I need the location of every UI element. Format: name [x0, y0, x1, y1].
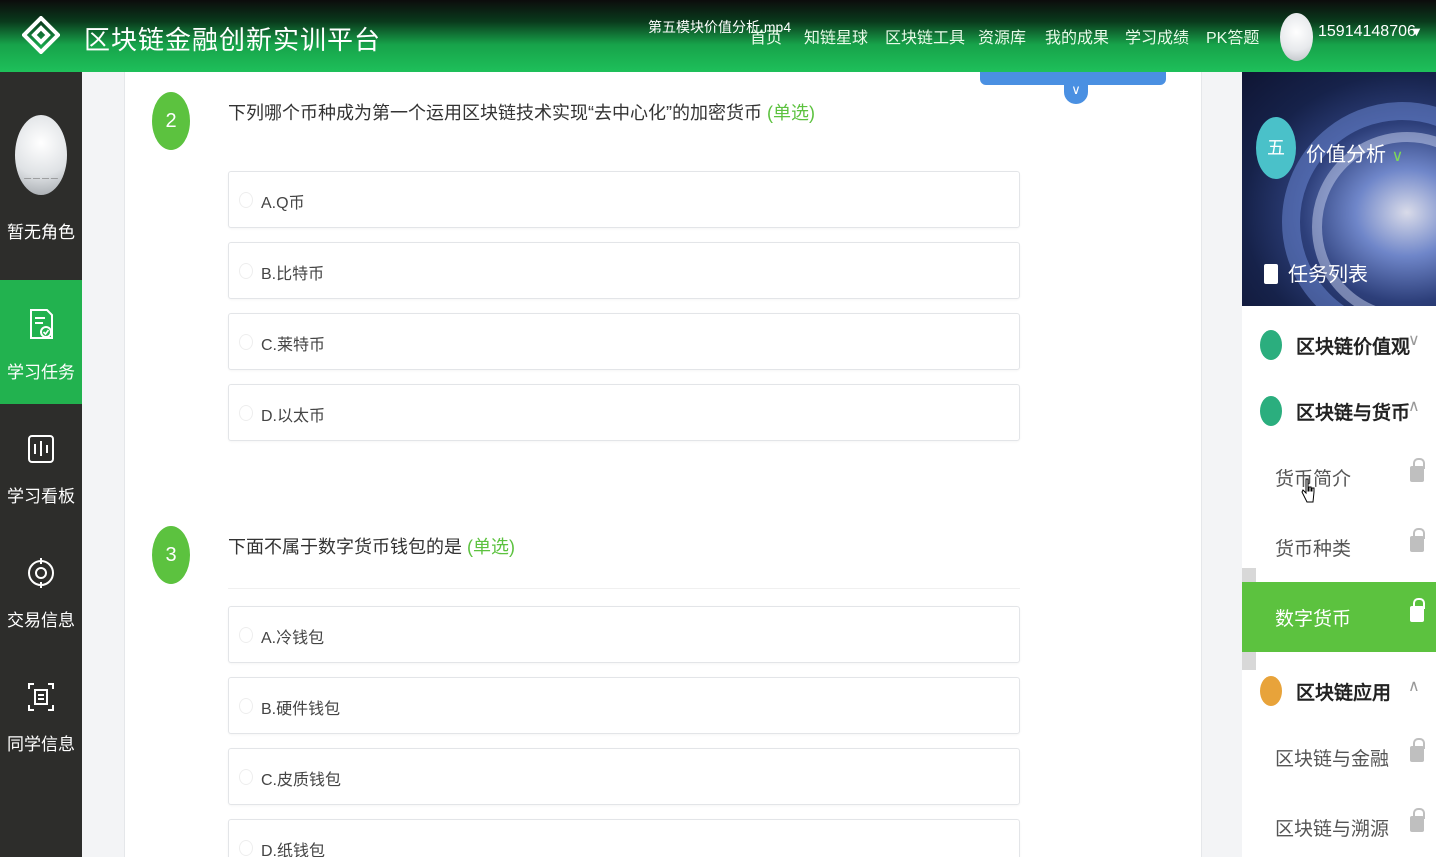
- section-blockchain-values[interactable]: 区块链价值观 ∨: [1242, 314, 1436, 374]
- lesson-title: 货币种类: [1275, 539, 1352, 560]
- sidebar-item-learning-task[interactable]: 学习任务: [0, 280, 82, 404]
- module-number-badge: 五: [1256, 117, 1296, 179]
- nav-learning-grades[interactable]: 学习成绩: [1125, 24, 1189, 48]
- module-header-banner: 五 价值分析 ∨ 任务列表: [1242, 72, 1436, 306]
- brand-title[interactable]: 区块链金融创新实训平台: [84, 20, 381, 57]
- answer-option[interactable]: D.以太币: [228, 384, 1020, 441]
- lesson-item[interactable]: 货币简介: [1242, 442, 1436, 512]
- role-label: 暂无角色: [7, 223, 75, 242]
- cube-icon: [1260, 396, 1282, 426]
- section-title: 区块链与货币: [1296, 403, 1411, 424]
- nav-knowledge-planet[interactable]: 知链星球: [804, 24, 868, 48]
- lesson-title: 区块链与溯源: [1275, 819, 1390, 840]
- question-type-label: (单选): [467, 537, 516, 557]
- option-label: C.莱特币: [261, 337, 326, 354]
- answer-option[interactable]: C.皮质钱包: [228, 748, 1020, 805]
- radio-button[interactable]: [239, 263, 253, 279]
- exchange-icon: [28, 558, 54, 588]
- user-menu-chevron-down-icon[interactable]: ▼: [1410, 24, 1423, 39]
- option-label: B.硬件钱包: [261, 701, 341, 718]
- answer-option[interactable]: B.比特币: [228, 242, 1020, 299]
- lock-icon: [1410, 528, 1425, 552]
- option-label: A.冷钱包: [261, 630, 325, 647]
- radio-button[interactable]: [239, 840, 253, 856]
- lesson-item[interactable]: 货币种类: [1242, 512, 1436, 582]
- lock-icon: [1410, 738, 1425, 762]
- lock-icon: [1410, 458, 1425, 482]
- option-label: A.Q币: [261, 195, 305, 212]
- radio-button[interactable]: [239, 334, 253, 350]
- question-type-label: (单选): [767, 103, 816, 123]
- module-title: 价值分析: [1306, 144, 1386, 166]
- answer-option[interactable]: A.冷钱包: [228, 606, 1020, 663]
- user-phone[interactable]: 15914148706: [1318, 23, 1416, 41]
- chevron-up-icon[interactable]: ∧: [1408, 396, 1420, 416]
- lesson-item[interactable]: 区块链与溯源: [1242, 792, 1436, 857]
- radio-button[interactable]: [239, 405, 253, 421]
- lesson-title: 数字货币: [1275, 609, 1352, 630]
- question-divider: [228, 588, 1020, 589]
- question-text: 下面不属于数字货币钱包的是 (单选): [228, 533, 515, 559]
- radio-button[interactable]: [239, 769, 253, 785]
- answer-option[interactable]: D.纸钱包: [228, 819, 1020, 857]
- chevron-down-icon[interactable]: ∨: [1408, 330, 1420, 350]
- radio-button[interactable]: [239, 627, 253, 643]
- sidebar-item-label: 同学信息: [7, 735, 75, 754]
- task-list-label: 任务列表: [1288, 264, 1368, 286]
- cube-icon: [1260, 676, 1282, 706]
- question-number-badge: 3: [152, 526, 190, 584]
- chevron-up-icon[interactable]: ∧: [1408, 676, 1420, 696]
- lesson-title: 区块链与金融: [1275, 749, 1390, 770]
- module-title-dropdown[interactable]: 价值分析 ∨: [1306, 138, 1403, 167]
- sidebar-item-classmate-info[interactable]: 同学信息: [0, 652, 82, 776]
- section-blockchain-currency[interactable]: 区块链与货币 ∧: [1242, 380, 1436, 440]
- classmate-icon: [28, 683, 54, 711]
- clipboard-icon: [1264, 264, 1278, 284]
- cube-icon: [1260, 330, 1282, 360]
- radio-button[interactable]: [239, 698, 253, 714]
- question-stem: 下面不属于数字货币钱包的是: [228, 537, 462, 557]
- nav-my-achievements[interactable]: 我的成果: [1045, 24, 1109, 48]
- chevron-down-icon[interactable]: ∨: [1392, 148, 1404, 165]
- sidebar-item-trade-info[interactable]: 交易信息: [0, 528, 82, 652]
- option-label: B.比特币: [261, 266, 325, 283]
- lock-icon: [1410, 808, 1425, 832]
- left-sidebar: — — — — 暂无角色 学习任务 学习看板 交易信息 同学信息: [0, 72, 82, 857]
- nav-resource-library[interactable]: 资源库: [978, 24, 1026, 48]
- sidebar-item-label: 学习看板: [7, 487, 75, 506]
- sidebar-item-label: 交易信息: [7, 611, 75, 630]
- section-title: 区块链应用: [1296, 683, 1392, 704]
- option-label: D.以太币: [261, 408, 326, 425]
- dashboard-icon: [28, 435, 54, 463]
- user-avatar[interactable]: [1280, 13, 1313, 61]
- collapse-chevron-icon[interactable]: ∨: [1064, 78, 1088, 104]
- mouse-pointer-icon: [1301, 478, 1315, 503]
- top-navigation-bar: 区块链金融创新实训平台 第五模块价值分析.mp4 首页 知链星球 区块链工具 资…: [0, 0, 1436, 72]
- profile-avatar[interactable]: — — — —: [15, 115, 67, 195]
- sidebar-item-label: 学习任务: [7, 363, 75, 382]
- nav-blockchain-tools[interactable]: 区块链工具: [885, 24, 965, 48]
- radio-button[interactable]: [239, 192, 253, 208]
- course-outline-panel: 五 价值分析 ∨ 任务列表 区块链价值观 ∨ 区块链与货币 ∧ 货币简介 货币种…: [1242, 72, 1436, 857]
- section-blockchain-applications[interactable]: 区块链应用 ∧: [1242, 660, 1436, 720]
- lesson-item[interactable]: 区块链与金融: [1242, 722, 1436, 792]
- answer-option[interactable]: A.Q币: [228, 171, 1020, 228]
- nav-pk-quiz[interactable]: PK答题: [1206, 24, 1259, 48]
- sidebar-item-learning-board[interactable]: 学习看板: [0, 404, 82, 528]
- question-stem: 下列哪个币种成为第一个运用区块链技术实现“去中心化”的加密货币: [228, 103, 762, 123]
- unlock-icon: [1410, 598, 1425, 622]
- task-list-heading[interactable]: 任务列表: [1264, 258, 1368, 287]
- answer-option[interactable]: C.莱特币: [228, 313, 1020, 370]
- nav-home[interactable]: 首页: [750, 24, 782, 48]
- question-text: 下列哪个币种成为第一个运用区块链技术实现“去中心化”的加密货币 (单选): [228, 99, 815, 125]
- task-doc-icon: [30, 309, 53, 339]
- section-title: 区块链价值观: [1296, 337, 1411, 358]
- platform-logo-icon[interactable]: [22, 16, 60, 54]
- question-number-badge: 2: [152, 92, 190, 150]
- answer-option[interactable]: B.硬件钱包: [228, 677, 1020, 734]
- lesson-item-active[interactable]: 数字货币: [1242, 582, 1436, 652]
- option-label: D.纸钱包: [261, 843, 326, 857]
- option-label: C.皮质钱包: [261, 772, 342, 789]
